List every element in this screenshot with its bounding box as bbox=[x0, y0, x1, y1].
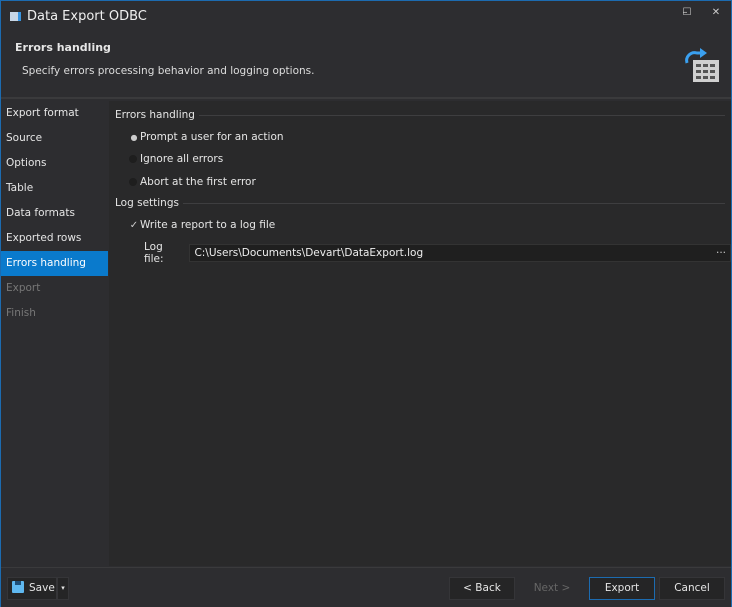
group-label: Errors handling bbox=[115, 109, 195, 121]
step-data-formats[interactable]: Data formats bbox=[1, 201, 108, 226]
export-button[interactable]: Export bbox=[589, 577, 655, 600]
next-button: Next > bbox=[522, 577, 582, 600]
chevron-down-icon: ▾ bbox=[61, 584, 65, 592]
title-bar: Data Export ODBC – ☐ ✕ bbox=[1, 1, 731, 33]
app-icon bbox=[10, 12, 21, 21]
log-file-value: C:\Users\Documents\Devart\DataExport.log bbox=[194, 247, 424, 259]
save-label: Save bbox=[29, 582, 55, 594]
save-dropdown-button[interactable]: ▾ bbox=[57, 577, 69, 600]
radio-label: Ignore all errors bbox=[140, 153, 224, 165]
export-table-icon bbox=[685, 48, 719, 82]
step-exported-rows[interactable]: Exported rows bbox=[1, 226, 108, 251]
radio-abort-first-error[interactable]: Abort at the first error bbox=[129, 176, 256, 188]
back-button[interactable]: < Back bbox=[449, 577, 515, 600]
radio-ignore-errors[interactable]: Ignore all errors bbox=[129, 153, 223, 165]
write-log-checkbox[interactable]: ✓ Write a report to a log file bbox=[129, 219, 275, 231]
step-options[interactable]: Options bbox=[1, 151, 108, 176]
step-finish: Finish bbox=[6, 307, 36, 319]
errors-handling-group: Errors handling bbox=[115, 109, 725, 121]
content-panel: Errors handling ● Prompt a user for an ac… bbox=[109, 101, 731, 566]
step-table[interactable]: Table bbox=[1, 176, 108, 201]
save-icon bbox=[12, 581, 24, 593]
step-export: Export bbox=[6, 282, 41, 294]
page-title: Errors handling bbox=[15, 41, 111, 54]
group-label: Log settings bbox=[115, 197, 179, 209]
wizard-steps: Export format Source Options Table Data … bbox=[1, 101, 108, 566]
radio-label: Abort at the first error bbox=[140, 176, 256, 188]
checkbox-label: Write a report to a log file bbox=[140, 219, 276, 231]
radio-label: Prompt a user for an action bbox=[140, 131, 284, 143]
save-button[interactable]: Save bbox=[7, 577, 57, 600]
step-export-format[interactable]: Export format bbox=[1, 101, 108, 126]
cancel-button[interactable]: Cancel bbox=[659, 577, 725, 600]
wizard-window: Data Export ODBC – ☐ ✕ Errors handling S… bbox=[0, 0, 732, 607]
log-file-input[interactable]: C:\Users\Documents\Devart\DataExport.log… bbox=[189, 244, 731, 262]
close-button[interactable]: ✕ bbox=[706, 7, 726, 21]
log-file-label: Log file: bbox=[144, 241, 164, 265]
maximize-button[interactable]: ☐ bbox=[677, 7, 697, 21]
radio-selected-icon: ● bbox=[130, 132, 138, 142]
log-settings-group: Log settings bbox=[115, 197, 725, 209]
step-source[interactable]: Source bbox=[1, 126, 108, 151]
log-file-row: Log file: C:\Users\Documents\Devart\Data… bbox=[144, 241, 731, 265]
page-header: Errors handling Specify errors processin… bbox=[1, 33, 731, 99]
page-subtitle: Specify errors processing behavior and l… bbox=[22, 65, 315, 77]
window-title: Data Export ODBC bbox=[27, 9, 147, 24]
checkmark-icon: ✓ bbox=[129, 219, 139, 231]
radio-prompt-user[interactable]: ● Prompt a user for an action bbox=[129, 131, 284, 143]
radio-unselected-icon bbox=[129, 155, 137, 163]
browse-button[interactable]: ··· bbox=[716, 245, 726, 261]
step-errors-handling[interactable]: Errors handling bbox=[1, 251, 108, 276]
radio-unselected-icon bbox=[129, 178, 137, 186]
footer-bar: Save ▾ < Back Next > Export Cancel bbox=[1, 567, 731, 607]
